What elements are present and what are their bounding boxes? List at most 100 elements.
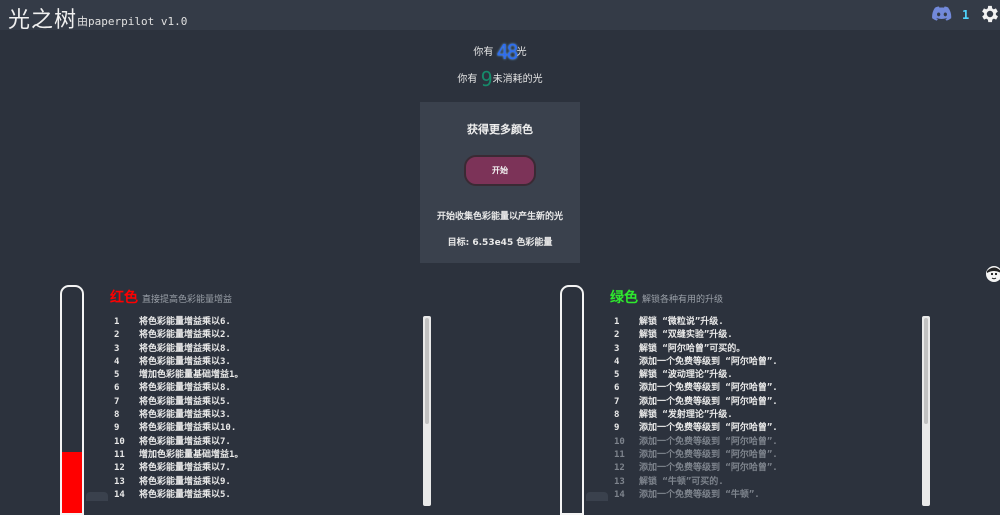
list-item: 1 解锁 “微粒说”升级.: [614, 316, 914, 329]
red-milestone-list: 1 将色彩能量增益乘以6. 2 将色彩能量增益乘以2. 3 将色彩能量增益乘以8. 4 将色彩…: [114, 316, 414, 502]
light-stat: 你有 48光: [0, 40, 1000, 64]
milestone-number: 2: [614, 330, 620, 341]
milestone-text: 添加一个免费等级到 “阿尔哈曾”.: [639, 383, 778, 394]
challenge-goal: 目标: 6.53e45 色彩能量: [447, 238, 553, 248]
milestone-number: 6: [614, 383, 620, 394]
milestone-text: 解锁 “阿尔哈曾”可买的。: [639, 343, 746, 354]
milestone-number: 6: [114, 383, 120, 394]
light-prefix: 你有: [473, 47, 494, 58]
challenge-description: 开始收集色彩能量以产生新的光: [436, 212, 563, 222]
list-item: 3 解锁 “阿尔哈曾”可买的。: [614, 343, 914, 356]
list-item: 10 将色彩能量增益乘以7.: [114, 436, 414, 449]
milestone-text: 将色彩能量增益乘以5.: [139, 489, 231, 500]
milestone-number: 11: [614, 449, 625, 460]
list-item: 11 添加一个免费等级到 “阿尔哈曾”.: [614, 449, 914, 462]
milestone-text: 添加一个免费等级到 “阿尔哈曾”.: [639, 463, 778, 474]
milestone-text: 添加一个免费等级到 “阿尔哈曾”.: [639, 356, 778, 367]
milestone-number: 9: [114, 423, 120, 434]
milestone-number: 2: [114, 330, 120, 341]
list-item: 11 增加色彩能量基础增益1。: [114, 449, 414, 462]
list-item: 4 添加一个免费等级到 “阿尔哈曾”.: [614, 356, 914, 369]
list-item: 3 将色彩能量增益乘以8.: [114, 343, 414, 356]
milestone-number: 5: [614, 370, 620, 381]
challenge-title: 获得更多颜色: [467, 123, 533, 136]
list-item: 10 添加一个免费等级到 “阿尔哈曾”.: [614, 436, 914, 449]
list-item: 14 添加一个免费等级到 “牛顿”.: [614, 489, 914, 502]
green-scrollbar[interactable]: [922, 316, 930, 506]
milestone-number: 11: [114, 449, 125, 460]
list-item: 13 解锁 “牛顿”可买的.: [614, 476, 914, 489]
milestone-text: 添加一个免费等级到 “阿尔哈曾”.: [639, 436, 778, 447]
milestone-text: 将色彩能量增益乘以10.: [139, 423, 237, 434]
list-item: 1 将色彩能量增益乘以6.: [114, 316, 414, 329]
milestone-number: 3: [614, 343, 620, 354]
red-scroll-thumb[interactable]: [425, 318, 429, 424]
list-item: 13 将色彩能量增益乘以9.: [114, 476, 414, 489]
milestone-number: 14: [114, 489, 125, 500]
app-logo-title: 光之树: [8, 8, 78, 33]
top-bar: 光之树 由paperpilot v1.0 1: [0, 0, 1000, 33]
milestone-text: 将色彩能量增益乘以3.: [139, 356, 231, 367]
milestone-text: 解锁 “牛顿”可买的.: [639, 476, 724, 487]
milestone-number: 9: [614, 423, 620, 434]
side-avatar-icon[interactable]: [984, 264, 1000, 284]
milestone-number: 8: [114, 410, 120, 421]
milestone-text: 解锁 “双缝实验”升级.: [639, 330, 733, 341]
list-item: 12 添加一个免费等级到 “阿尔哈曾”.: [614, 462, 914, 475]
version-byline: 由paperpilot v1.0: [77, 15, 188, 28]
milestone-number: 10: [114, 436, 125, 447]
green-title: 绿色: [610, 290, 638, 306]
milestone-text: 添加一个免费等级到 “牛顿”.: [639, 489, 760, 500]
list-item: 12 将色彩能量增益乘以7.: [114, 462, 414, 475]
milestone-text: 将色彩能量增益乘以7.: [139, 436, 231, 447]
unspent-prefix: 你有: [457, 74, 478, 85]
milestone-number: 3: [114, 343, 120, 354]
green-scroll-thumb[interactable]: [924, 318, 928, 424]
milestone-text: 添加一个免费等级到 “阿尔哈曾”.: [639, 396, 778, 407]
list-item: 9 添加一个免费等级到 “阿尔哈曾”.: [614, 422, 914, 435]
green-energy-tube: [560, 285, 584, 515]
milestone-text: 添加一个免费等级到 “阿尔哈曾”.: [639, 423, 778, 434]
milestone-number: 4: [614, 356, 620, 367]
list-item: 2 解锁 “双缝实验”升级.: [614, 329, 914, 342]
list-item: 6 将色彩能量增益乘以8.: [114, 382, 414, 395]
red-tab-stub: [86, 492, 108, 501]
red-energy-fill: [62, 451, 82, 513]
milestone-number: 1: [614, 317, 620, 327]
unspent-light-stat: 你有 9未消耗的光: [0, 67, 1000, 91]
milestone-text: 将色彩能量增益乘以7.: [139, 463, 231, 474]
milestone-text: 解锁 “发射理论”升级.: [639, 410, 733, 421]
start-button[interactable]: 开始: [464, 155, 536, 186]
milestone-number: 13: [614, 476, 625, 487]
list-item: 7 添加一个免费等级到 “阿尔哈曾”.: [614, 396, 914, 409]
milestone-number: 8: [614, 410, 620, 421]
discord-icon[interactable]: [932, 5, 952, 23]
milestone-number: 7: [614, 396, 620, 407]
red-header: 红色 直接提高色彩能量增益: [110, 287, 232, 307]
milestone-number: 13: [114, 476, 125, 487]
milestone-number: 5: [114, 370, 120, 381]
green-milestone-list: 1 解锁 “微粒说”升级. 2 解锁 “双缝实验”升级. 3 解锁 “阿尔哈曾”可买的。 4…: [614, 316, 914, 502]
red-scrollbar[interactable]: [423, 316, 431, 506]
milestone-text: 增加色彩能量基础增益1。: [139, 370, 244, 381]
milestone-text: 解锁 “微粒说”升级.: [639, 317, 724, 327]
online-count: 1: [962, 8, 970, 22]
unspent-amount: 9: [480, 67, 493, 91]
list-item: 6 添加一个免费等级到 “阿尔哈曾”.: [614, 382, 914, 395]
milestone-number: 7: [114, 396, 120, 407]
green-subtitle: 解锁各种有用的升级: [642, 295, 724, 305]
red-title: 红色: [110, 290, 138, 306]
milestone-text: 将色彩能量增益乘以8.: [139, 383, 231, 394]
green-tab-stub: [586, 492, 608, 501]
light-suffix: 光: [516, 47, 527, 58]
challenge-card: 获得更多颜色 开始 开始收集色彩能量以产生新的光 目标: 6.53e45 色彩能…: [420, 102, 580, 263]
milestone-number: 10: [614, 436, 625, 447]
list-item: 2 将色彩能量增益乘以2.: [114, 329, 414, 342]
milestone-number: 4: [114, 356, 120, 367]
milestone-text: 将色彩能量增益乘以8.: [139, 343, 231, 354]
milestone-text: 将色彩能量增益乘以3.: [139, 410, 231, 421]
milestone-text: 将色彩能量增益乘以2.: [139, 330, 231, 341]
gear-icon[interactable]: [979, 3, 1000, 25]
list-item: 8 将色彩能量增益乘以3.: [114, 409, 414, 422]
list-item: 14 将色彩能量增益乘以5.: [114, 489, 414, 502]
